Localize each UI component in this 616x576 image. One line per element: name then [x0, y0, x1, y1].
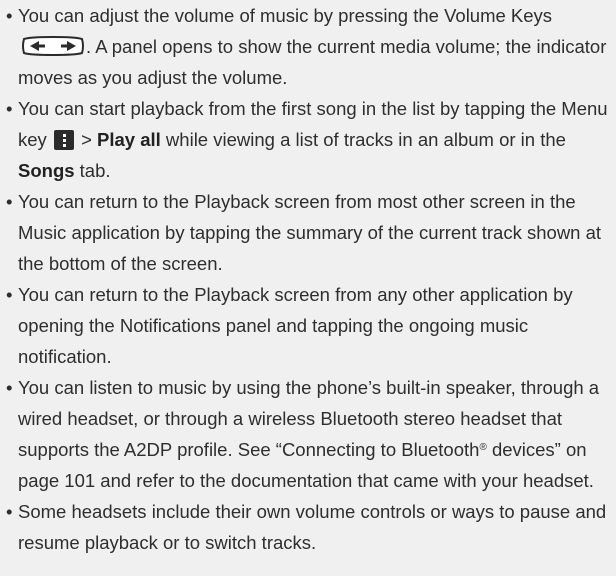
- volume-keys-icon: [20, 36, 86, 56]
- registered-mark: ®: [479, 442, 487, 453]
- songs-tab-label: Songs: [18, 160, 75, 181]
- bullet-volume-keys: You can adjust the volume of music by pr…: [6, 0, 614, 93]
- bullet-text: You can return to the Playback screen fr…: [18, 284, 573, 367]
- bullet-text: You can adjust the volume of music by pr…: [18, 5, 553, 26]
- bullet-return-notifications: You can return to the Playback screen fr…: [6, 279, 614, 372]
- document-page: You can adjust the volume of music by pr…: [0, 0, 616, 576]
- bullet-listen-options: You can listen to music by using the pho…: [6, 372, 614, 496]
- menu-key-icon: [53, 130, 74, 150]
- play-all-label: Play all: [97, 129, 161, 150]
- bullet-text: while viewing a list of tracks in an alb…: [160, 129, 566, 150]
- bullet-text: >: [75, 129, 98, 150]
- bullet-text: tab.: [74, 160, 111, 181]
- bullet-text: Some headsets include their own volume c…: [18, 501, 607, 553]
- bullet-headset-controls: Some headsets include their own volume c…: [6, 496, 614, 558]
- bullet-text: . A panel opens to show the current medi…: [18, 36, 607, 88]
- tips-bullet-list: You can adjust the volume of music by pr…: [6, 0, 614, 558]
- bullet-text: You can return to the Playback screen fr…: [18, 191, 602, 274]
- bullet-return-music-app: You can return to the Playback screen fr…: [6, 186, 614, 279]
- bullet-play-all: You can start playback from the first so…: [6, 93, 614, 186]
